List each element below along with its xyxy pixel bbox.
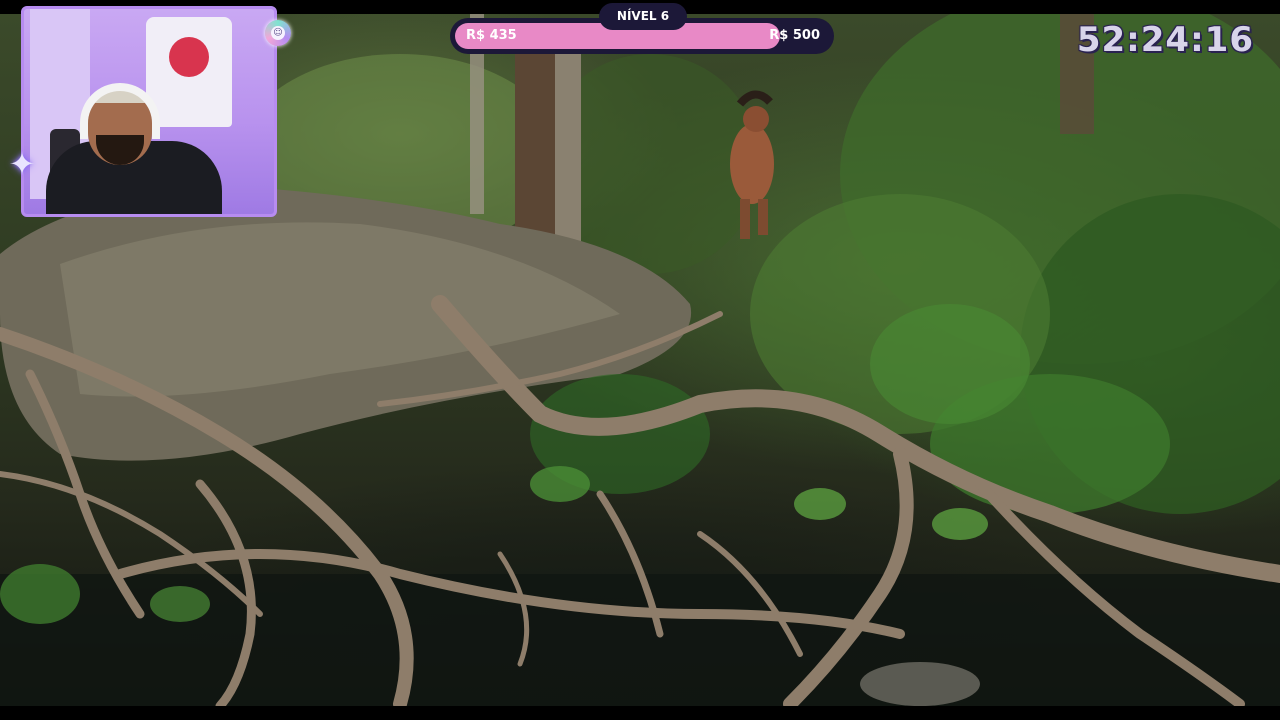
goal-current-amount: R$ 435 <box>466 28 517 43</box>
sparkle-icon: ✦ <box>8 145 36 183</box>
smiley-face: ☺ <box>271 26 285 40</box>
letterbox-bottom <box>0 706 1280 720</box>
webcam-overlay <box>21 6 277 217</box>
goal-target-amount: R$ 500 <box>769 28 820 43</box>
webcam-shirt-print <box>169 37 209 77</box>
stream-timer: 52:24:16 <box>1076 20 1254 60</box>
goal-level-badge: NÍVEL 6 <box>599 3 687 30</box>
smiley-emoji-icon: ☺ <box>265 20 291 46</box>
